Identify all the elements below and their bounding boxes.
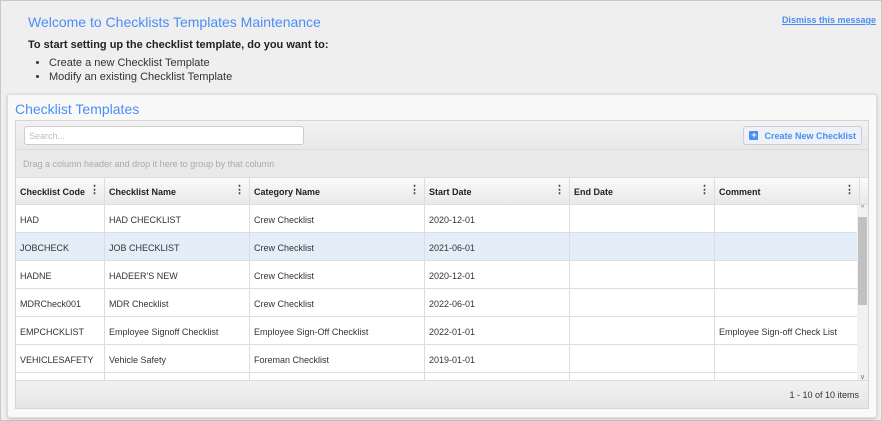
table-cell bbox=[715, 233, 860, 260]
table-cell: MDRCheck001 bbox=[16, 289, 105, 316]
option-create: Create a new Checklist Template bbox=[49, 56, 232, 70]
table-cell: JOB CHECKLIST bbox=[105, 233, 250, 260]
grid-toolbar: + Create New Checklist bbox=[16, 121, 868, 150]
table-cell bbox=[570, 261, 715, 288]
table-cell bbox=[570, 317, 715, 344]
table-cell: Foreman Checklist bbox=[250, 345, 425, 372]
column-header[interactable]: End Date ⋮ bbox=[570, 178, 715, 204]
column-header[interactable]: Start Date ⋮ bbox=[425, 178, 570, 204]
table-cell: Crew Checklist bbox=[250, 205, 425, 232]
table-row[interactable]: HAD HAD CHECKLIST Crew Checklist 2020-12-01 bbox=[16, 205, 868, 233]
table-row[interactable]: MDRCheck001 MDR Checklist Crew Checklist 20… bbox=[16, 289, 868, 317]
table-cell: Crew Checklist bbox=[250, 261, 425, 288]
table-cell bbox=[715, 261, 860, 288]
column-menu-icon[interactable]: ⋮ bbox=[699, 185, 710, 196]
column-menu-icon[interactable]: ⋮ bbox=[554, 185, 565, 196]
checklist-grid: + Create New Checklist Drag a column hea… bbox=[15, 120, 869, 409]
option-modify: Modify an existing Checklist Template bbox=[49, 70, 232, 84]
table-row[interactable]: EMPCHCKLIST Employee Signoff Checklist Emp… bbox=[16, 317, 868, 345]
group-drop-area[interactable]: Drag a column header and drop it here to… bbox=[16, 150, 868, 178]
table-cell: EMPCHCKLIST bbox=[16, 317, 105, 344]
table-cell bbox=[570, 289, 715, 316]
column-menu-icon[interactable]: ⋮ bbox=[844, 185, 855, 196]
table-cell: Vehicle Safety bbox=[105, 345, 250, 372]
table-row[interactable]: HADNE HADEER'S NEW Crew Checklist 2020-12-0… bbox=[16, 261, 868, 289]
table-cell bbox=[715, 205, 860, 232]
grid-body: HAD HAD CHECKLIST Crew Checklist 2020-12-01… bbox=[16, 205, 868, 381]
table-row[interactable]: VEHICLESAFETY Vehicle Safety Foreman Check… bbox=[16, 345, 868, 373]
table-cell: VEHICLESAFETY bbox=[16, 345, 105, 372]
checklist-templates-panel: Checklist Templates + Create New Checkli… bbox=[7, 94, 877, 418]
table-cell: 2022-06-01 bbox=[425, 289, 570, 316]
column-header-label: Comment bbox=[719, 187, 761, 197]
table-cell bbox=[570, 345, 715, 372]
table-cell: HAD CHECKLIST bbox=[105, 205, 250, 232]
table-cell: MDR Checklist bbox=[105, 289, 250, 316]
table-row[interactable]: JOBCHECK JOB CHECKLIST Crew Checklist 2021-… bbox=[16, 233, 868, 261]
column-header-label: Checklist Code bbox=[20, 187, 86, 197]
table-cell: 2020-12-01 bbox=[425, 261, 570, 288]
create-new-checklist-button[interactable]: + Create New Checklist bbox=[743, 126, 862, 145]
table-cell bbox=[715, 289, 860, 316]
scroll-up-icon[interactable]: ^ bbox=[857, 205, 868, 212]
column-header[interactable]: Checklist Code ⋮ bbox=[16, 178, 105, 204]
column-menu-icon[interactable]: ⋮ bbox=[89, 185, 100, 196]
plus-icon: + bbox=[749, 130, 759, 140]
table-cell: JOBCHECK bbox=[16, 233, 105, 260]
table-cell: Employee Signoff Checklist bbox=[105, 317, 250, 344]
column-header-label: Start Date bbox=[429, 187, 472, 197]
table-cell bbox=[715, 345, 860, 372]
column-header[interactable]: Checklist Name ⋮ bbox=[105, 178, 250, 204]
table-cell: 2022-01-01 bbox=[425, 317, 570, 344]
table-cell: HADEER'S NEW bbox=[105, 261, 250, 288]
column-header-label: Checklist Name bbox=[109, 187, 177, 197]
vertical-scrollbar[interactable]: ^ v bbox=[857, 205, 868, 381]
column-header[interactable]: Category Name ⋮ bbox=[250, 178, 425, 204]
table-cell: HAD bbox=[16, 205, 105, 232]
create-label: Create New Checklist bbox=[764, 130, 856, 141]
panel-title: Checklist Templates bbox=[15, 101, 140, 117]
table-cell: Crew Checklist bbox=[250, 233, 425, 260]
column-menu-icon[interactable]: ⋮ bbox=[234, 185, 245, 196]
intro-text: To start setting up the checklist templa… bbox=[28, 39, 329, 51]
table-cell: HADNE bbox=[16, 261, 105, 288]
search-input[interactable] bbox=[24, 126, 304, 145]
column-header[interactable]: Comment ⋮ bbox=[715, 178, 860, 204]
table-cell: 2019-01-01 bbox=[425, 345, 570, 372]
table-cell: 2021-06-01 bbox=[425, 233, 570, 260]
table-cell: Employee Sign-off Check List bbox=[715, 317, 860, 344]
dismiss-message-link[interactable]: Dismiss this message bbox=[782, 15, 876, 25]
table-cell bbox=[570, 205, 715, 232]
scrollbar-thumb[interactable] bbox=[858, 217, 867, 305]
grid-header: Checklist Code ⋮ Checklist Name ⋮ Category N… bbox=[16, 178, 868, 205]
pager-info: 1 - 10 of 10 items bbox=[16, 380, 868, 408]
column-menu-icon[interactable]: ⋮ bbox=[409, 185, 420, 196]
table-cell: Employee Sign-Off Checklist bbox=[250, 317, 425, 344]
column-header-label: Category Name bbox=[254, 187, 321, 197]
options-list: Create a new Checklist Template Modify a… bbox=[49, 56, 232, 84]
welcome-title: Welcome to Checklists Templates Maintena… bbox=[28, 14, 321, 30]
table-cell: Crew Checklist bbox=[250, 289, 425, 316]
table-cell: 2020-12-01 bbox=[425, 205, 570, 232]
table-cell bbox=[570, 233, 715, 260]
column-header-label: End Date bbox=[574, 187, 614, 197]
